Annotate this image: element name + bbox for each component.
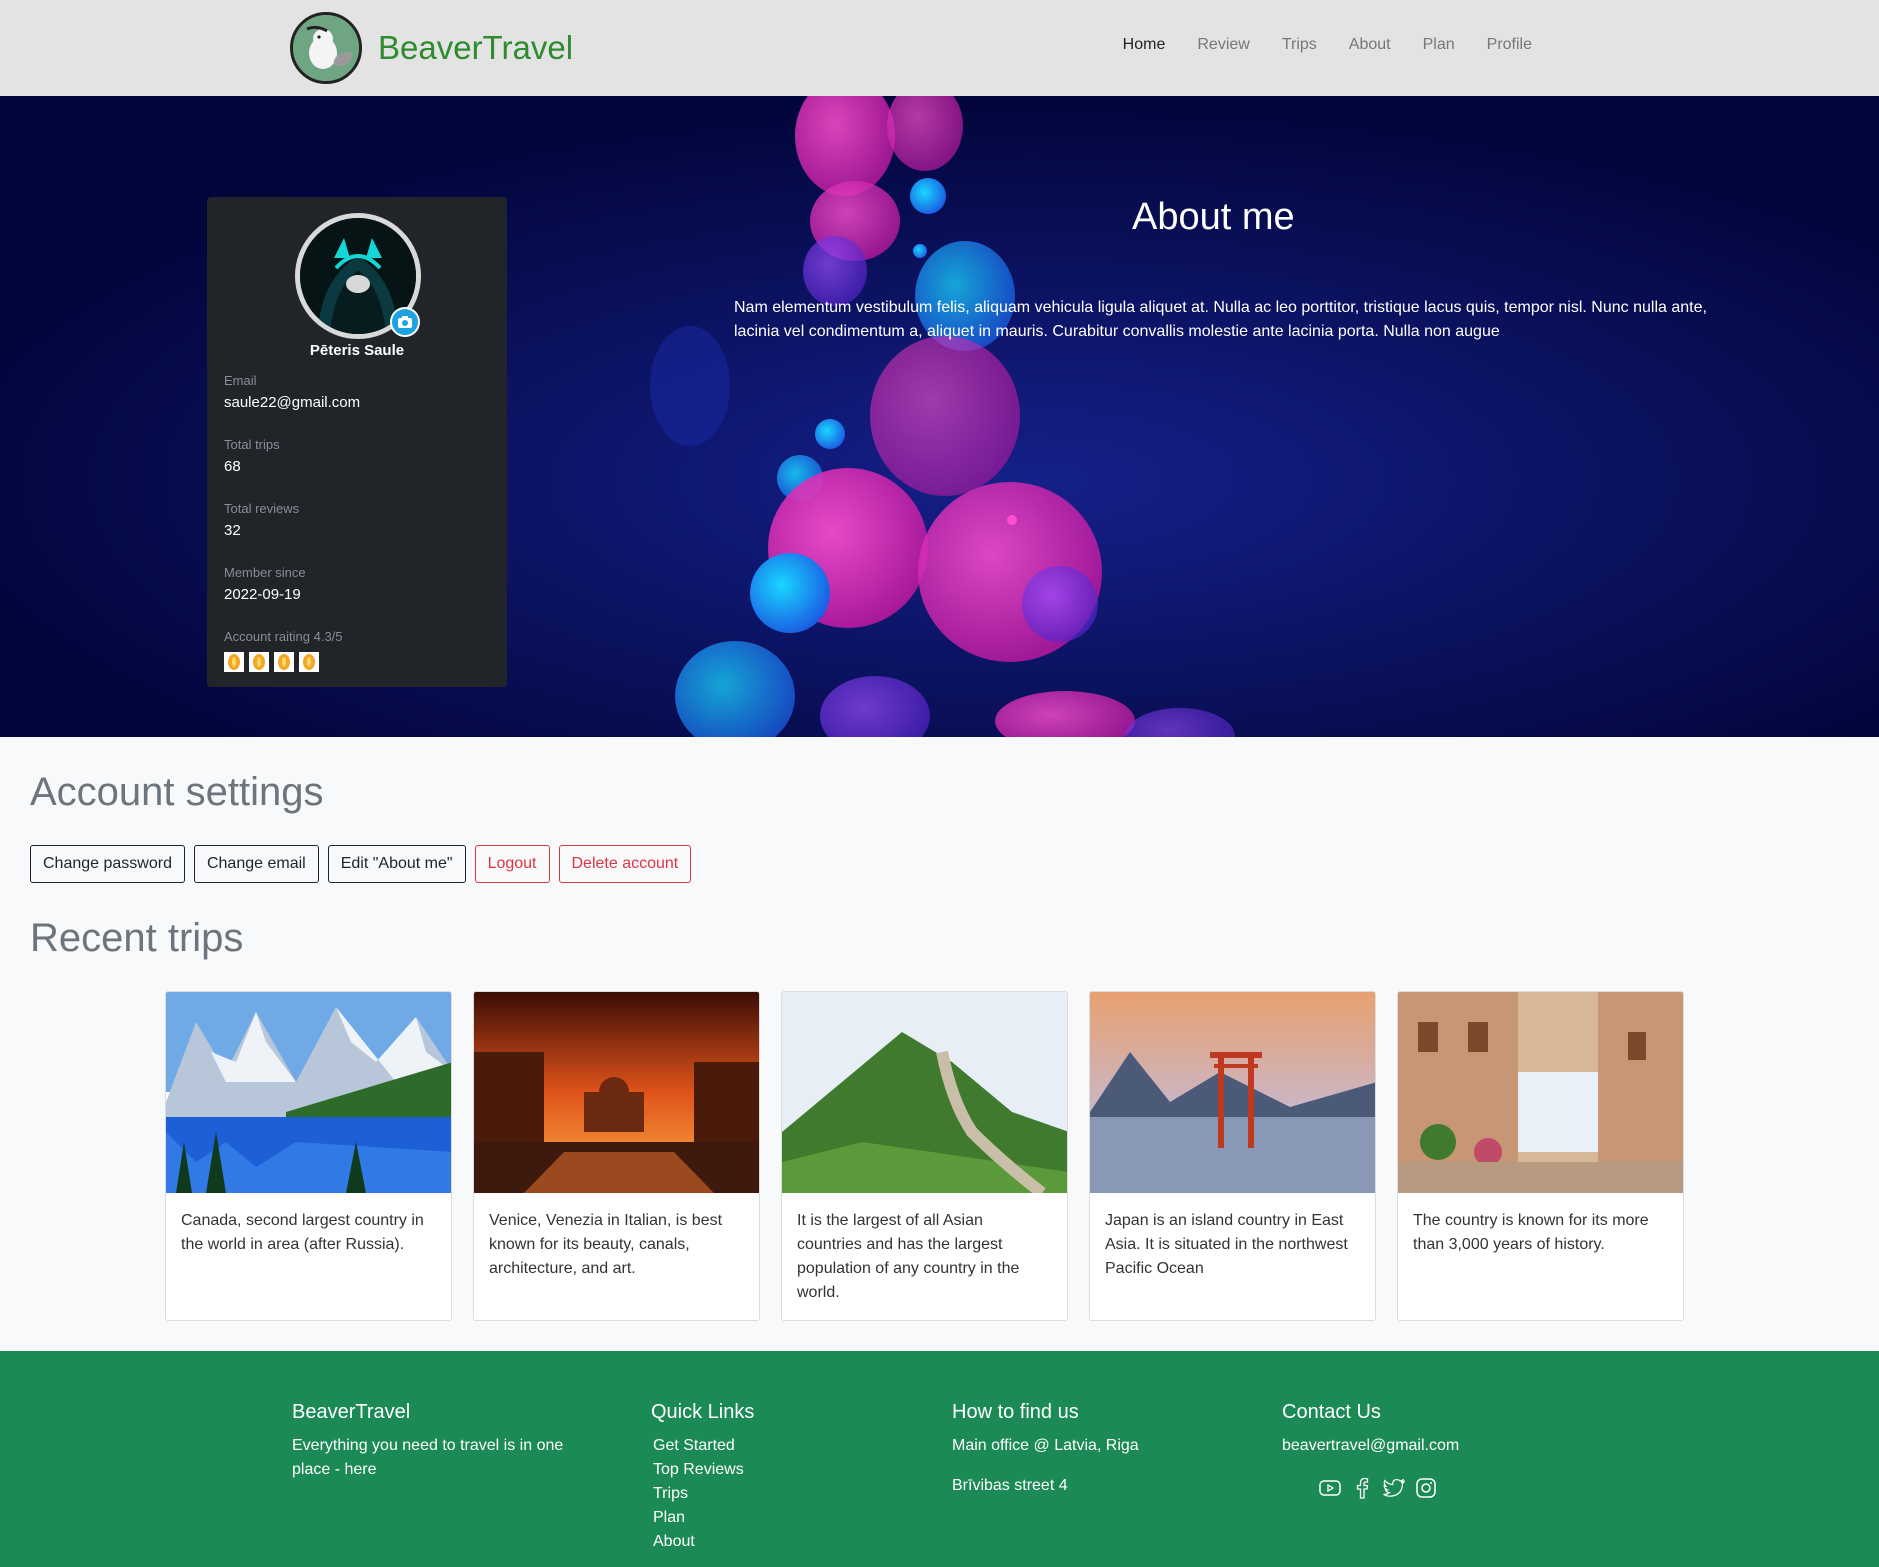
- email-label: Email: [224, 373, 257, 388]
- footer-link-about[interactable]: About: [653, 1530, 754, 1554]
- member-since-value: 2022-09-19: [224, 586, 301, 603]
- recent-trips-title: Recent trips: [30, 916, 244, 960]
- star-icon: [224, 652, 244, 672]
- account-settings-title: Account settings: [30, 770, 324, 814]
- star-icon: [299, 652, 319, 672]
- star-icon: [249, 652, 269, 672]
- footer-address-line1: Main office @ Latvia, Riga: [952, 1437, 1139, 1454]
- total-reviews-label: Total reviews: [224, 501, 300, 516]
- star-icon: [274, 652, 294, 672]
- account-rating-label: Account raiting 4.3/5: [224, 629, 343, 644]
- rating-stars: [224, 652, 319, 672]
- italy-street-image: [1398, 992, 1683, 1193]
- footer-find-us: How to find us Main office @ Latvia, Rig…: [952, 1401, 1139, 1498]
- nav-home[interactable]: Home: [1123, 36, 1166, 54]
- nav-about[interactable]: About: [1349, 36, 1391, 54]
- footer-quick-links: Quick Links Get Started Top Reviews Trip…: [651, 1401, 754, 1554]
- navbar: BeaverTravel Home Review Trips About Pla…: [0, 0, 1879, 96]
- footer-link-top-reviews[interactable]: Top Reviews: [653, 1458, 754, 1482]
- brand[interactable]: BeaverTravel: [290, 12, 573, 84]
- footer-address-line2: Brīvibas street 4: [952, 1477, 1068, 1494]
- canada-lake-image: [166, 992, 451, 1193]
- profile-hero: Pēteris Saule Email saule22@gmail.com To…: [0, 96, 1879, 737]
- profile-card: Pēteris Saule Email saule22@gmail.com To…: [207, 197, 507, 687]
- about-text: Nam elementum vestibulum felis, aliquam …: [734, 299, 1707, 340]
- venice-canal-image: [474, 992, 759, 1193]
- youtube-icon[interactable]: [1318, 1476, 1342, 1500]
- footer-link-get-started[interactable]: Get Started: [653, 1434, 754, 1458]
- instagram-icon[interactable]: [1414, 1476, 1438, 1500]
- trip-card-venice[interactable]: Venice, Venezia in Italian, is best know…: [473, 991, 760, 1321]
- nav-review[interactable]: Review: [1197, 36, 1249, 54]
- trip-card-canada[interactable]: Canada, second largest country in the wo…: [165, 991, 452, 1321]
- total-trips-value: 68: [224, 458, 241, 475]
- account-settings-buttons: Change password Change email Edit "About…: [30, 845, 692, 883]
- trip-card-text: The country is known for its more than 3…: [1413, 1212, 1649, 1253]
- great-wall-image: [782, 992, 1067, 1193]
- trip-cards: Canada, second largest country in the wo…: [165, 991, 1684, 1321]
- footer-brand-title: BeaverTravel: [292, 1401, 411, 1423]
- footer-link-trips[interactable]: Trips: [653, 1482, 754, 1506]
- japan-torii-image: [1090, 992, 1375, 1193]
- delete-account-button[interactable]: Delete account: [558, 845, 692, 883]
- member-since-label: Member since: [224, 565, 306, 580]
- about-title: About me: [1132, 196, 1295, 238]
- edit-about-me-button[interactable]: Edit "About me": [327, 845, 466, 883]
- change-email-button[interactable]: Change email: [193, 845, 319, 883]
- twitter-icon[interactable]: [1382, 1476, 1406, 1500]
- nav-links: Home Review Trips About Plan Profile: [1091, 36, 1532, 54]
- social-icons: [1318, 1476, 1459, 1500]
- footer: BeaverTravel Everything you need to trav…: [0, 1351, 1879, 1567]
- footer-link-plan[interactable]: Plan: [653, 1506, 754, 1530]
- footer-contact-title: Contact Us: [1282, 1401, 1381, 1423]
- total-trips-label: Total trips: [224, 437, 280, 452]
- email-value: saule22@gmail.com: [224, 394, 361, 411]
- total-reviews-value: 32: [224, 522, 241, 539]
- logout-button[interactable]: Logout: [474, 845, 550, 883]
- trip-card-text: Canada, second largest country in the wo…: [181, 1212, 424, 1253]
- nav-trips[interactable]: Trips: [1282, 36, 1317, 54]
- footer-contact: Contact Us beavertravel@gmail.com: [1282, 1401, 1459, 1500]
- facebook-icon[interactable]: [1350, 1476, 1374, 1500]
- camera-icon[interactable]: [390, 307, 420, 337]
- footer-brand-column: BeaverTravel Everything you need to trav…: [292, 1401, 592, 1482]
- trip-card-text: Venice, Venezia in Italian, is best know…: [489, 1212, 723, 1277]
- beaver-logo-icon: [290, 12, 362, 84]
- nav-profile[interactable]: Profile: [1487, 36, 1532, 54]
- footer-contact-email[interactable]: beavertravel@gmail.com: [1282, 1434, 1459, 1458]
- footer-find-title: How to find us: [952, 1401, 1079, 1423]
- trip-card-text: It is the largest of all Asian countries…: [797, 1212, 1020, 1301]
- trip-card-text: Japan is an island country in East Asia.…: [1105, 1212, 1348, 1277]
- brand-name: BeaverTravel: [378, 29, 574, 66]
- nav-plan[interactable]: Plan: [1423, 36, 1455, 54]
- footer-links-title: Quick Links: [651, 1401, 755, 1423]
- trip-card-china[interactable]: It is the largest of all Asian countries…: [781, 991, 1068, 1321]
- change-password-button[interactable]: Change password: [30, 845, 185, 883]
- footer-brand-text: Everything you need to travel is in one …: [292, 1437, 564, 1478]
- trip-card-japan[interactable]: Japan is an island country in East Asia.…: [1089, 991, 1376, 1321]
- trip-card-italy[interactable]: The country is known for its more than 3…: [1397, 991, 1684, 1321]
- profile-name: Pēteris Saule: [309, 342, 405, 359]
